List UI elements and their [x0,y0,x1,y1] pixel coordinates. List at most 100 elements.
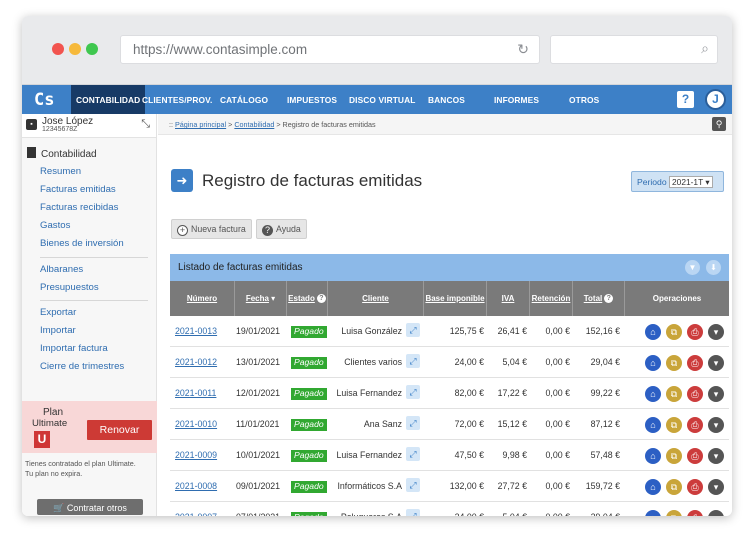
help-button-page[interactable]: ? Ayuda [256,219,307,239]
contract-more-button[interactable]: 🛒 Contratar otros [37,499,143,515]
col-retencion[interactable]: Retención [530,281,573,316]
iva-amount: 5,04 € [502,357,527,367]
print-icon[interactable]: ⎙ [687,386,703,402]
sidebar-item-bienes-inversion[interactable]: Bienes de inversión [40,238,124,249]
nav-informes[interactable]: INFORMES [494,95,539,105]
attach-icon[interactable]: ⌂ [645,386,661,402]
invoice-number-link[interactable]: 2021-0009 [175,440,235,471]
invoice-number-link[interactable]: 2021-0010 [175,409,235,440]
help-button[interactable]: ? [677,91,694,108]
attach-icon[interactable]: ⌂ [645,479,661,495]
more-options-icon[interactable]: ▾ [708,355,724,371]
question-icon: ? [262,225,273,236]
print-icon[interactable]: ⎙ [687,510,703,516]
attach-icon[interactable]: ⌂ [645,510,661,516]
col-fecha[interactable]: Fecha ▾ [235,281,287,316]
col-estado[interactable]: Estado? [287,281,328,316]
client-chart-icon[interactable]: ⤢ [406,409,420,440]
nav-otros[interactable]: OTROS [569,95,599,105]
invoice-number-link[interactable]: 2021-0008 [175,471,235,502]
minimize-dot[interactable] [69,43,81,55]
more-options-icon[interactable]: ▾ [708,386,724,402]
client-chart-icon[interactable]: ⤢ [406,471,420,502]
sidebar-item-importar-factura[interactable]: Importar factura [40,343,108,354]
nav-contabilidad[interactable]: CONTABILIDAD [71,85,146,114]
invoice-date: 07/01/2021 [236,502,288,516]
sidebar-item-facturas-recibidas[interactable]: Facturas recibidas [40,202,118,213]
invoice-number-link[interactable]: 2021-0012 [175,347,235,378]
sidebar-item-facturas-emitidas[interactable]: Facturas emitidas [40,184,116,195]
maximize-dot[interactable] [86,43,98,55]
reload-icon[interactable]: ↻ [517,41,529,58]
browser-search-field[interactable]: ⌕ [550,35,718,64]
client-chart-icon[interactable]: ⤢ [406,502,420,516]
attach-icon[interactable]: ⌂ [645,324,661,340]
sidebar-item-importar[interactable]: Importar [40,325,76,336]
col-numero[interactable]: Número [170,281,235,316]
client-name: Luisa Fernandez [336,388,402,398]
copy-icon[interactable]: ⧉ [666,417,682,433]
close-dot[interactable] [52,43,64,55]
client-chart-icon[interactable]: ⤢ [406,347,420,378]
period-select[interactable]: 2021-1T ▾ [669,176,713,188]
nav-impuestos[interactable]: IMPUESTOS [287,95,337,105]
more-options-icon[interactable]: ▾ [708,417,724,433]
more-options-icon[interactable]: ▾ [708,510,724,516]
table-row: 2021-0012 13/01/2021 Pagado Clientes varios… [170,347,729,378]
more-options-icon[interactable]: ▾ [708,448,724,464]
copy-icon[interactable]: ⧉ [666,448,682,464]
renew-button[interactable]: Renovar [87,420,152,440]
col-total[interactable]: Total? [573,281,625,316]
download-icon[interactable]: ⬇ [706,260,721,275]
sidebar-item-resumen[interactable]: Resumen [40,166,81,177]
client-chart-icon[interactable]: ⤢ [406,316,420,347]
copy-icon[interactable]: ⧉ [666,510,682,516]
nav-catalogo[interactable]: CATÁLOGO [220,95,268,105]
app-window: https://www.contasimple.com ↻ ⌕ Cs CONTA… [22,16,732,516]
sidebar-item-cierre-trimestres[interactable]: Cierre de trimestres [40,361,124,372]
search-icon[interactable]: ⚲ [712,117,726,131]
address-bar[interactable]: https://www.contasimple.com ↻ [120,35,540,64]
collapse-sidebar-icon[interactable]: ⤡ [141,118,150,131]
print-icon[interactable]: ⎙ [687,324,703,340]
nav-clientes[interactable]: CLIENTES/PROV. [142,95,212,105]
attach-icon[interactable]: ⌂ [645,448,661,464]
info-icon[interactable]: ? [604,294,614,303]
invoice-number-link[interactable]: 2021-0011 [175,378,235,409]
copy-icon[interactable]: ⧉ [666,479,682,495]
more-options-icon[interactable]: ▾ [708,479,724,495]
avatar[interactable]: J [705,89,726,110]
print-icon[interactable]: ⎙ [687,448,703,464]
col-base[interactable]: Base imponible [424,281,487,316]
copy-icon[interactable]: ⧉ [666,324,682,340]
sidebar-item-gastos[interactable]: Gastos [40,220,70,231]
print-icon[interactable]: ⎙ [687,355,703,371]
sidebar-item-albaranes[interactable]: Albaranes [40,264,83,275]
filter-icon[interactable]: ▼ [685,260,700,275]
invoice-list-header: Listado de facturas emitidas ▼ ⬇ [170,254,729,281]
client-chart-icon[interactable]: ⤢ [406,378,420,409]
sidebar-item-exportar[interactable]: Exportar [40,307,76,318]
print-icon[interactable]: ⎙ [687,479,703,495]
sidebar-item-presupuestos[interactable]: Presupuestos [40,282,99,293]
breadcrumb-home[interactable]: Página principal [175,120,226,129]
period-selector[interactable]: Periodo 2021-1T ▾ [631,171,724,192]
copy-icon[interactable]: ⧉ [666,386,682,402]
breadcrumb-contabilidad[interactable]: Contabilidad [234,120,274,129]
search-icon: ⌕ [701,40,709,56]
col-iva[interactable]: IVA [487,281,530,316]
col-cliente[interactable]: Cliente [328,281,424,316]
invoice-number-link[interactable]: 2021-0007 [175,502,235,516]
print-icon[interactable]: ⎙ [687,417,703,433]
app-logo[interactable]: Cs [22,85,72,114]
client-chart-icon[interactable]: ⤢ [406,440,420,471]
more-options-icon[interactable]: ▾ [708,324,724,340]
copy-icon[interactable]: ⧉ [666,355,682,371]
new-invoice-button[interactable]: + Nueva factura [171,219,252,239]
info-icon[interactable]: ? [316,294,326,303]
nav-disco-virtual[interactable]: DISCO VIRTUAL [349,95,415,105]
attach-icon[interactable]: ⌂ [645,417,661,433]
attach-icon[interactable]: ⌂ [645,355,661,371]
invoice-number-link[interactable]: 2021-0013 [175,316,235,347]
nav-bancos[interactable]: BANCOS [428,95,465,105]
